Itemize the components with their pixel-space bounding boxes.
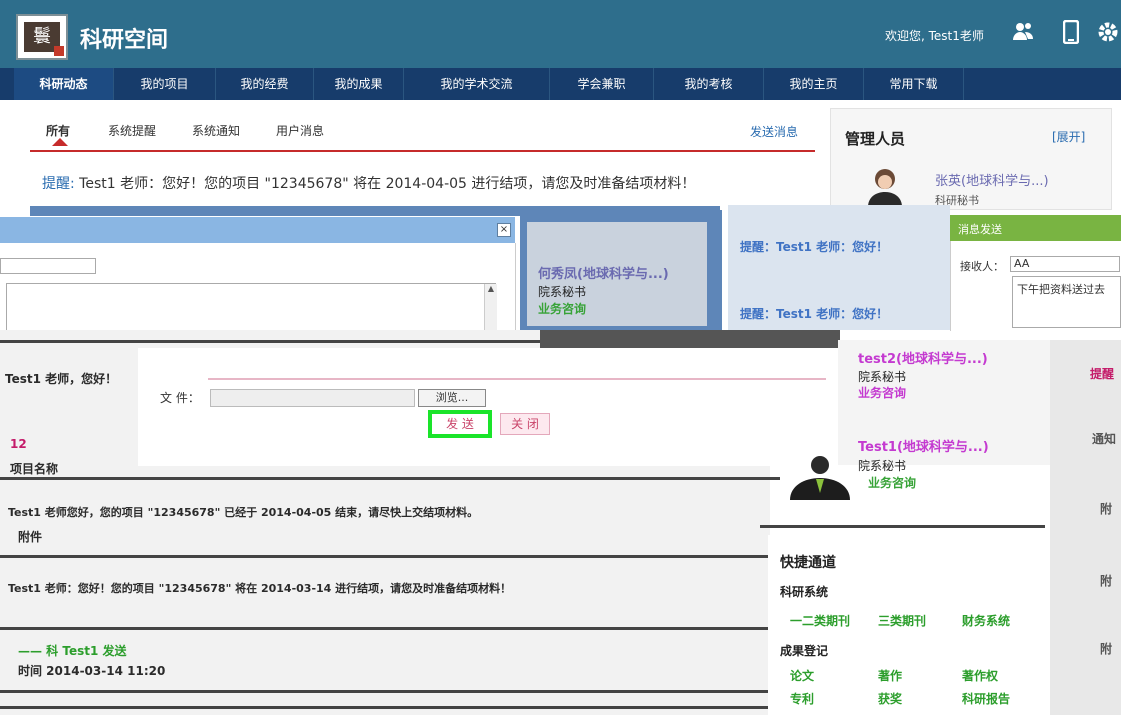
contact-name-2[interactable]: test2(地球科学与...) xyxy=(858,348,988,367)
gear-icon[interactable] xyxy=(1095,20,1121,46)
side-item-1[interactable]: 提醒 xyxy=(1090,365,1114,382)
file-label: 文 件： xyxy=(160,391,200,405)
quick-link-journals[interactable]: 一二类期刊 xyxy=(790,612,850,629)
glitch-line xyxy=(0,690,770,693)
stack-reminder-1[interactable]: 提醒：Test1 老师：您好！ xyxy=(740,238,888,255)
tab-all[interactable]: 所有 xyxy=(46,122,70,139)
main-nav: 科研动态 我的项目 我的经费 我的成果 我的学术交流 学会兼职 我的考核 我的主… xyxy=(0,68,1121,100)
nav-item-academic-exchange[interactable]: 我的学术交流 xyxy=(404,68,550,100)
line-project-name: 项目名称 xyxy=(10,462,59,476)
message-tabs: 所有 系统提醒 系统通知 用户消息 xyxy=(30,108,815,152)
side-item-5[interactable]: 附 xyxy=(1100,640,1112,657)
attachment-dialog xyxy=(138,348,838,466)
glitch-line xyxy=(0,627,770,630)
contact-role-3: 院系秘书 xyxy=(858,459,907,473)
contact-role-1: 院系秘书 xyxy=(538,285,587,299)
welcome-text: 欢迎您, Test1老师 xyxy=(885,29,984,43)
admin-avatar xyxy=(860,165,910,207)
quick-access-title: 快捷通道 xyxy=(780,555,836,571)
contact-name-1[interactable]: 何秀凤(地球科学与...) xyxy=(538,263,669,282)
logo: 鬟 xyxy=(16,14,68,60)
compose-titlebar xyxy=(0,217,515,243)
message-send-title: 消息发送 xyxy=(958,223,1002,236)
tab-system-reminder[interactable]: 系统提醒 xyxy=(108,122,156,139)
quick-link-books[interactable]: 著作 xyxy=(878,667,902,684)
message-content-field[interactable]: 下午把资料送过去 xyxy=(1012,276,1121,328)
recipient-label: 接收人： xyxy=(960,260,1004,273)
admin-name[interactable]: 张英(地球科学与...) xyxy=(935,170,1049,189)
nav-item-my-achievements[interactable]: 我的成果 xyxy=(314,68,404,100)
browse-button[interactable]: 浏览... xyxy=(418,389,486,407)
line-number: 12 xyxy=(10,437,27,451)
tab-system-notice[interactable]: 系统通知 xyxy=(192,122,240,139)
app-title: 科研空间 xyxy=(80,28,169,53)
nav-item-downloads[interactable]: 常用下载 xyxy=(864,68,964,100)
contact-tag-2[interactable]: 业务咨询 xyxy=(858,384,906,401)
contact-name-3[interactable]: Test1(地球科学与...) xyxy=(858,436,989,455)
glitch-line xyxy=(0,477,780,480)
recipient-input[interactable]: AA xyxy=(1010,256,1120,272)
file-input[interactable] xyxy=(210,389,415,407)
greeting-line: Test1 老师，您好！ xyxy=(5,372,118,386)
reminder-notice: 提醒: Test1 老师：您好！您的项目 "12345678" 将在 2014-… xyxy=(42,173,695,193)
close-button[interactable]: 关 闭 xyxy=(500,413,550,435)
nav-item-my-projects[interactable]: 我的项目 xyxy=(114,68,216,100)
mobile-icon[interactable] xyxy=(1058,19,1084,46)
contact-avatar xyxy=(785,455,855,500)
quick-link-patents[interactable]: 专利 xyxy=(790,690,814,707)
quick-link-class3[interactable]: 三类期刊 xyxy=(878,612,926,629)
quick-link-reports[interactable]: 科研报告 xyxy=(962,690,1010,707)
reminder-label: 提醒: xyxy=(42,176,75,192)
nav-item-society-roles[interactable]: 学会兼职 xyxy=(550,68,654,100)
quick-link-finance[interactable]: 财务系统 xyxy=(962,612,1010,629)
glitch-block xyxy=(540,330,840,348)
users-icon[interactable] xyxy=(1010,20,1036,46)
quick-link-awards[interactable]: 获奖 xyxy=(878,690,902,707)
stack-reminder-2[interactable]: 提醒：Test1 老师：您好！ xyxy=(740,305,888,322)
quick-link-copyright[interactable]: 著作权 xyxy=(962,667,998,684)
quick-link-papers[interactable]: 论文 xyxy=(790,667,814,684)
reminder-text: Test1 老师：您好！您的项目 "12345678" 将在 2014-04-0… xyxy=(79,176,696,192)
send-message-link[interactable]: 发送消息 xyxy=(750,123,798,140)
send-button[interactable]: 发 送 xyxy=(428,410,492,438)
glitch-line xyxy=(0,706,770,709)
side-item-2[interactable]: 通知 xyxy=(1092,430,1116,447)
contact-role-2: 院系秘书 xyxy=(858,370,907,384)
glitch-line xyxy=(0,555,770,558)
glitch-line xyxy=(760,525,1045,528)
textarea-scrollbar[interactable]: ▲ xyxy=(484,284,497,332)
contact-tag-3[interactable]: 业务咨询 xyxy=(868,474,916,491)
line-attachment: 附件 xyxy=(18,530,43,544)
nav-item-my-assessment[interactable]: 我的考核 xyxy=(654,68,764,100)
line-reminder: Test1 老师：您好！您的项目 "12345678" 将在 2014-03-1… xyxy=(8,582,512,595)
nav-item-my-homepage[interactable]: 我的主页 xyxy=(764,68,864,100)
nav-item-research-news[interactable]: 科研动态 xyxy=(14,68,114,100)
logo-seal xyxy=(54,46,64,56)
side-item-4[interactable]: 附 xyxy=(1100,572,1112,589)
nav-item-my-funds[interactable]: 我的经费 xyxy=(216,68,314,100)
quick-section-1: 科研系统 xyxy=(780,585,829,599)
dialog-divider xyxy=(208,378,826,380)
tab-user-messages[interactable]: 用户消息 xyxy=(276,122,324,139)
line-message-body: Test1 老师您好，您的项目 "12345678" 已经于 2014-04-0… xyxy=(8,506,479,519)
glitch-right-column xyxy=(1050,340,1121,715)
quick-section-2: 成果登记 xyxy=(780,644,829,658)
recipient-field[interactable] xyxy=(0,258,96,274)
line-time: 时间 2014-03-14 11:20 xyxy=(18,664,166,678)
active-tab-caret xyxy=(52,138,68,146)
side-item-3[interactable]: 附 xyxy=(1100,500,1112,517)
message-textarea[interactable] xyxy=(6,283,496,333)
admin-title: 管理人员 xyxy=(845,130,906,148)
contact-tag-1[interactable]: 业务咨询 xyxy=(538,300,586,317)
line-sender: —— 科 Test1 发送 xyxy=(18,644,127,658)
close-icon[interactable]: × xyxy=(497,223,511,237)
expand-link[interactable]: [展开] xyxy=(1052,128,1085,145)
